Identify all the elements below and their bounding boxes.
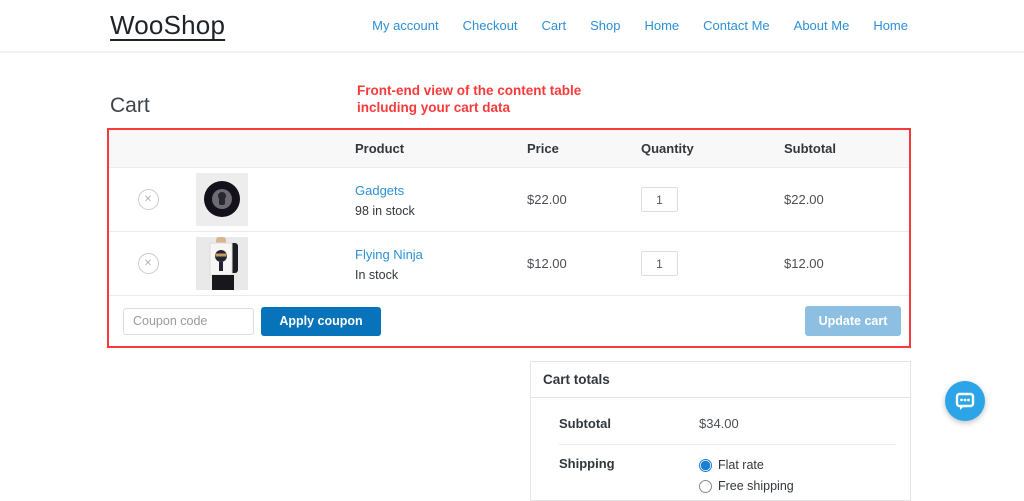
shipping-option-flat-rate[interactable]: Flat rate [699, 458, 794, 472]
nav-home-2[interactable]: Home [873, 18, 908, 33]
remove-item-icon[interactable]: ✕ [137, 189, 159, 210]
col-quantity: Quantity [641, 141, 694, 156]
cart-table: Product Price Quantity Subtotal ✕ Gadget… [107, 128, 911, 348]
cart-totals-title: Cart totals [531, 362, 910, 398]
col-product: Product [355, 141, 405, 156]
price-value: $22.00 [527, 192, 567, 207]
nav-contact-me[interactable]: Contact Me [703, 18, 769, 33]
chat-bubble-icon [955, 392, 975, 410]
quantity-input-gadgets[interactable] [641, 187, 678, 212]
nav-cart[interactable]: Cart [542, 18, 567, 33]
col-subtotal: Subtotal [784, 141, 836, 156]
stock-status: 98 in stock [355, 203, 415, 218]
product-link-flying-ninja[interactable]: Flying Ninja [355, 247, 423, 262]
radio-checked-icon[interactable] [699, 458, 712, 472]
product-link-gadgets[interactable]: Gadgets [355, 183, 404, 198]
remove-item-icon[interactable]: ✕ [137, 253, 159, 274]
cart-page: WooShop My account Checkout Cart Shop Ho… [0, 0, 1024, 501]
apply-coupon-button[interactable]: Apply coupon [261, 306, 381, 336]
product-image-gadgets[interactable] [196, 173, 248, 226]
table-row-flying-ninja: ✕ Flying Ninja In stock $12.00 1 $12.00 [109, 232, 909, 296]
product-image-flying-ninja[interactable] [196, 237, 248, 290]
annotation-line-1: Front-end view of the content table [357, 83, 582, 98]
stock-status: In stock [355, 267, 399, 282]
shipping-option-label: Flat rate [718, 458, 764, 472]
site-header: WooShop My account Checkout Cart Shop Ho… [0, 0, 1024, 53]
subtotal-label: Subtotal [559, 416, 611, 431]
annotation-line-2: including your cart data [357, 100, 511, 115]
table-row-gadgets: ✕ Gadgets 98 in stock $22.00 $22.00 [109, 168, 909, 232]
nav-checkout[interactable]: Checkout [463, 18, 518, 33]
cart-actions-row: Apply coupon Update cart [109, 296, 909, 346]
cart-table-header: Product Price Quantity Subtotal [109, 130, 909, 168]
subtotal-amount: $34.00 [699, 416, 739, 431]
annotation-note: Front-end view of the content table incl… [357, 82, 617, 116]
shipping-label: Shipping [559, 456, 615, 471]
subtotal-value: $22.00 [784, 192, 824, 207]
cart-totals-panel: Cart totals Subtotal $34.00 Shipping Fla… [530, 361, 911, 501]
nav-about-me[interactable]: About Me [794, 18, 850, 33]
page-title: Cart [110, 94, 150, 117]
subtotal-value: $12.00 [784, 256, 824, 271]
chat-widget-button[interactable] [945, 381, 985, 421]
quantity-input-flying-ninja[interactable] [641, 251, 678, 276]
shipping-option-free-shipping[interactable]: Free shipping [699, 479, 794, 493]
site-logo[interactable]: WooShop [110, 10, 225, 41]
main-nav: My account Checkout Cart Shop Home Conta… [372, 18, 908, 33]
price-value: $12.00 [527, 256, 567, 271]
coupon-code-input[interactable] [123, 307, 254, 335]
nav-shop[interactable]: Shop [590, 18, 620, 33]
shipping-option-label: Free shipping [718, 479, 794, 493]
shipping-row: Shipping Flat rate Free shipping [531, 445, 910, 493]
update-cart-button[interactable]: Update cart [805, 306, 901, 336]
col-price: Price [527, 141, 559, 156]
radio-unchecked-icon[interactable] [699, 479, 712, 493]
subtotal-row: Subtotal $34.00 [531, 398, 910, 444]
nav-home[interactable]: Home [644, 18, 679, 33]
nav-my-account[interactable]: My account [372, 18, 438, 33]
